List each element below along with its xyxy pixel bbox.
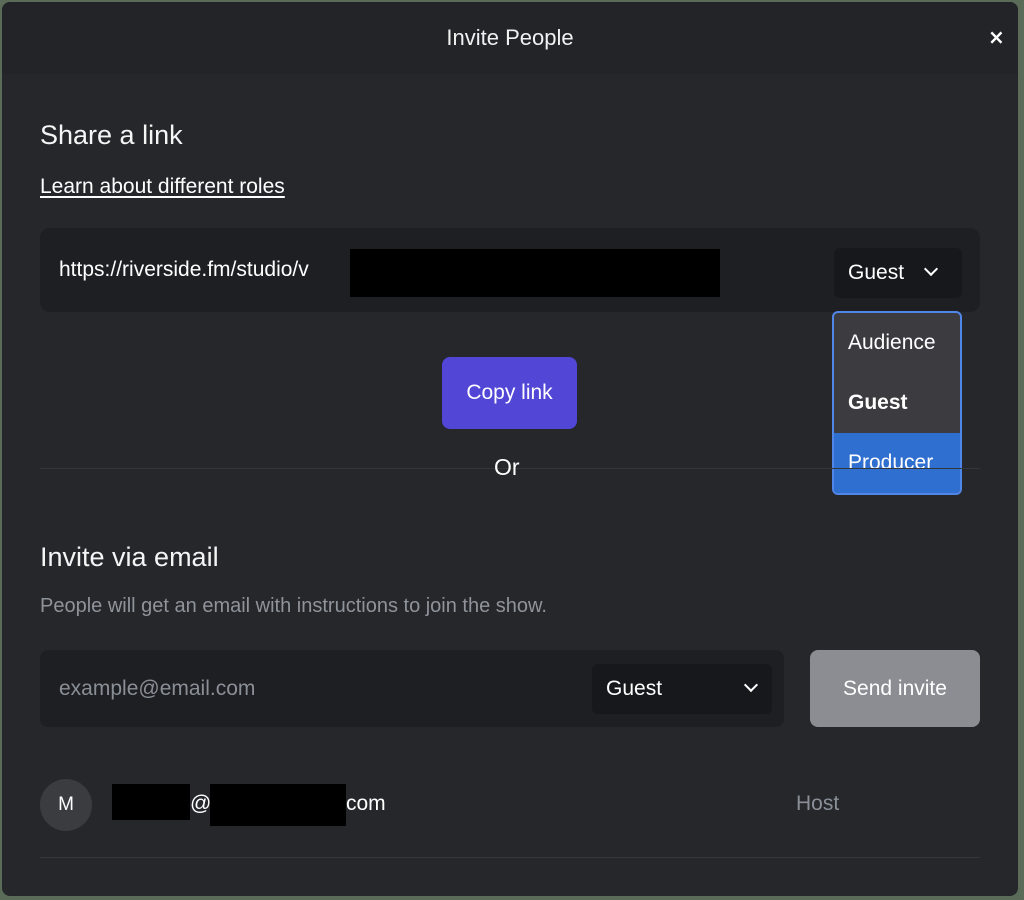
- invite-people-dialog: Invite People × Share a link Learn about…: [2, 2, 1018, 896]
- redacted-block: [112, 784, 190, 820]
- member-role: Host: [796, 792, 840, 815]
- dropdown-option-producer[interactable]: Producer: [834, 433, 960, 493]
- copy-link-button[interactable]: Copy link: [442, 357, 577, 429]
- invite-email-heading: Invite via email: [40, 542, 219, 572]
- dialog-header: Invite People ×: [2, 2, 1018, 74]
- member-email-at: @: [190, 792, 212, 815]
- divider: [40, 857, 980, 858]
- share-link-box: https://riverside.fm/studio/v Guest: [40, 228, 980, 312]
- link-role-value: Guest: [848, 261, 905, 284]
- link-role-select[interactable]: Guest: [834, 248, 962, 298]
- send-invite-button[interactable]: Send invite: [810, 650, 980, 727]
- redacted-block: [350, 249, 720, 297]
- chevron-down-icon: [743, 677, 759, 693]
- email-role-select[interactable]: Guest: [592, 664, 772, 714]
- share-link-heading: Share a link: [40, 120, 183, 150]
- email-role-value: Guest: [606, 677, 663, 700]
- share-link-url: https://riverside.fm/studio/v: [59, 258, 309, 281]
- learn-roles-link[interactable]: Learn about different roles: [40, 175, 285, 199]
- email-invite-box: Guest: [40, 650, 784, 727]
- redacted-block: [210, 784, 346, 826]
- avatar: M: [40, 779, 92, 831]
- dropdown-option-guest[interactable]: Guest: [834, 373, 960, 433]
- or-separator: Or: [494, 454, 520, 480]
- dialog-title: Invite People: [446, 25, 574, 50]
- close-button[interactable]: ×: [988, 27, 1005, 47]
- member-email-suffix: com: [346, 792, 386, 815]
- email-input[interactable]: [40, 650, 590, 727]
- dropdown-option-audience[interactable]: Audience: [834, 313, 960, 373]
- invite-email-description: People will get an email with instructio…: [40, 595, 547, 617]
- chevron-down-icon: [923, 261, 939, 277]
